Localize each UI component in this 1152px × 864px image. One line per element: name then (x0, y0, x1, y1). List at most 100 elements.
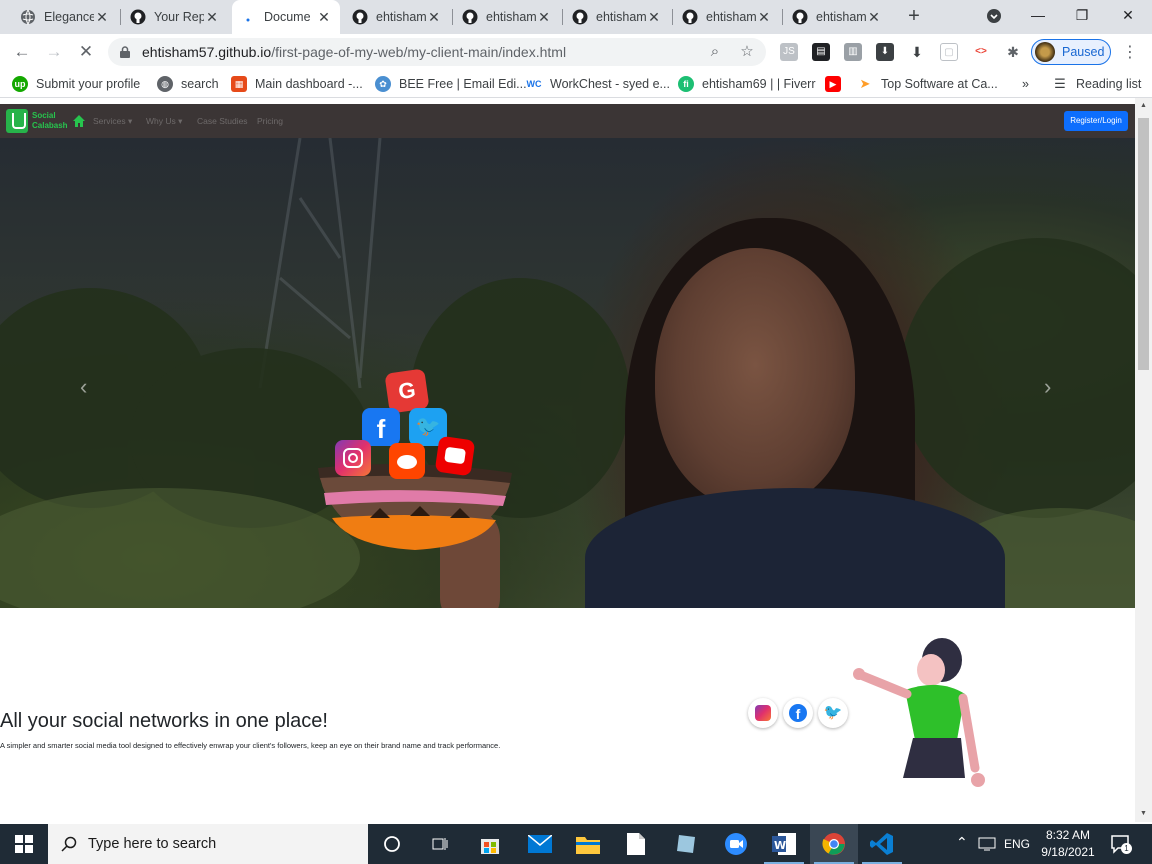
save-extension-icon[interactable]: ⬇ (876, 43, 894, 61)
bookmark-capterra[interactable]: ➤ Top Software at Ca... (857, 75, 998, 93)
upwork-icon: up (12, 76, 28, 92)
close-icon[interactable]: ✕ (536, 9, 552, 26)
page-scrollbar[interactable]: ▲ ▼ (1135, 98, 1152, 822)
mail-app[interactable] (516, 824, 564, 864)
scroll-thumb[interactable] (1138, 118, 1149, 370)
document-icon (627, 833, 645, 855)
puzzle-icon[interactable]: ✱ (1004, 43, 1022, 61)
mail-icon (528, 835, 552, 853)
zoom-icon[interactable]: ⌕ (706, 43, 724, 61)
browser-tab[interactable]: ehtisham ✕ (784, 0, 890, 34)
scroll-down-arrow[interactable]: ▼ (1135, 806, 1152, 822)
tray-overflow-icon[interactable]: ⌃ (956, 834, 968, 851)
box-extension-icon[interactable]: ▢ (940, 43, 958, 61)
vscode-app[interactable] (858, 824, 906, 864)
bookmark-workchest[interactable]: WC WorkChest - syed e... (526, 75, 670, 93)
cortana-button[interactable] (368, 824, 416, 864)
address-bar[interactable]: ehtisham57.github.io/first-page-of-my-we… (108, 38, 766, 66)
globe-icon: ◍ (157, 76, 173, 92)
carousel-prev-button[interactable]: ‹ (80, 374, 87, 400)
tab-search-button[interactable] (972, 0, 1016, 32)
reading-list-button[interactable]: ☰ Reading list (1052, 75, 1141, 93)
close-icon[interactable]: ✕ (646, 9, 662, 26)
start-button[interactable] (0, 824, 48, 864)
nav-case-studies[interactable]: Case Studies (197, 116, 248, 126)
minimize-button[interactable]: — (1016, 0, 1060, 32)
bookmark-bee[interactable]: ✿ BEE Free | Email Edi... (375, 75, 527, 93)
github-icon (352, 9, 368, 25)
download-icon[interactable]: ⬇ (908, 43, 926, 61)
word-app[interactable]: W (760, 824, 808, 864)
reddit-icon (389, 443, 425, 479)
close-icon[interactable]: ✕ (426, 9, 442, 26)
close-icon[interactable]: ✕ (316, 9, 332, 26)
bookmark-upwork[interactable]: up Submit your profile (12, 75, 140, 93)
browser-tab[interactable]: ehtisham ✕ (454, 0, 560, 34)
language-indicator[interactable]: ENG (1004, 837, 1030, 851)
clock-time[interactable]: 8:32 AM (1044, 828, 1092, 842)
carousel-next-button[interactable]: › (1044, 374, 1051, 400)
clock-date[interactable]: 9/18/2021 (1040, 845, 1096, 859)
file-explorer-app[interactable] (564, 824, 612, 864)
search-icon (61, 836, 77, 852)
chart-extension-icon[interactable]: ▥ (844, 43, 862, 61)
close-icon[interactable]: ✕ (94, 9, 110, 26)
back-button[interactable]: ← (8, 38, 36, 66)
vscode-icon (870, 833, 893, 855)
browser-tab[interactable]: ehtisham ✕ (674, 0, 780, 34)
notifications-button[interactable]: 1 (1110, 834, 1132, 854)
home-icon[interactable] (72, 114, 86, 128)
scroll-up-arrow[interactable]: ▲ (1135, 98, 1152, 114)
logo-text[interactable]: Social Calabash (32, 111, 68, 131)
close-icon[interactable]: ✕ (866, 9, 882, 26)
browser-toolbar: ← → ✕ ehtisham57.github.io/first-page-of… (0, 34, 1152, 70)
close-window-button[interactable]: ✕ (1106, 0, 1150, 32)
network-icon[interactable] (978, 837, 996, 851)
store-app[interactable] (466, 824, 514, 864)
bookmark-youtube[interactable]: ▶ (825, 75, 849, 93)
browser-menu-icon[interactable]: ⋮ (1122, 42, 1138, 62)
nav-pricing[interactable]: Pricing (257, 116, 283, 126)
nav-why-us[interactable]: Why Us ▾ (146, 116, 182, 127)
globe-icon (21, 9, 35, 25)
code-extension-icon[interactable]: <> (972, 43, 990, 61)
register-login-button[interactable]: Register/Login (1064, 111, 1128, 131)
github-icon (572, 9, 588, 25)
browser-tab[interactable]: Elegance ✕ (12, 0, 118, 34)
restore-button[interactable]: ❐ (1060, 0, 1104, 32)
avatar (1035, 42, 1055, 62)
nav-services[interactable]: Services ▾ (93, 116, 132, 127)
tab-title: ehtisham (596, 10, 646, 24)
new-tab-button[interactable]: + (902, 5, 926, 29)
browser-tab[interactable]: ehtisham ✕ (344, 0, 450, 34)
bookmarks-overflow-button[interactable]: » (1022, 75, 1029, 93)
star-icon[interactable]: ☆ (738, 43, 756, 61)
forward-button[interactable]: → (40, 38, 68, 66)
notes-app[interactable] (662, 824, 710, 864)
bookmark-fiverr[interactable]: fi ehtisham69 | | Fiverr (678, 75, 815, 93)
chrome-app[interactable] (810, 824, 858, 864)
tab-title: Your Rep (154, 10, 204, 24)
browser-tab-active[interactable]: Docume ✕ (232, 0, 340, 34)
js-extension-icon[interactable]: JS (780, 43, 798, 61)
bookmark-search[interactable]: ◍ search (157, 75, 219, 93)
task-view-button[interactable] (416, 824, 464, 864)
browser-tab[interactable]: Your Rep ✕ (122, 0, 228, 34)
reading-list-icon: ☰ (1052, 76, 1068, 92)
bookmark-label: WorkChest - syed e... (550, 77, 670, 91)
document-extension-icon[interactable]: ▤ (812, 43, 830, 61)
logo-icon[interactable] (6, 109, 28, 133)
github-icon (682, 9, 698, 25)
stop-button[interactable]: ✕ (72, 38, 100, 66)
github-icon (130, 9, 146, 25)
taskbar-search-input[interactable]: Type here to search (48, 824, 368, 864)
bookmark-dashboard[interactable]: ▦ Main dashboard -... (231, 75, 363, 93)
close-icon[interactable]: ✕ (204, 9, 220, 26)
profile-button[interactable]: Paused (1031, 39, 1111, 65)
youtube-icon: ▶ (825, 76, 841, 92)
notepad-app[interactable] (612, 824, 660, 864)
browser-tab[interactable]: ehtisham ✕ (564, 0, 670, 34)
google-icon: G (384, 368, 430, 414)
close-icon[interactable]: ✕ (756, 9, 772, 26)
zoom-app[interactable] (712, 824, 760, 864)
